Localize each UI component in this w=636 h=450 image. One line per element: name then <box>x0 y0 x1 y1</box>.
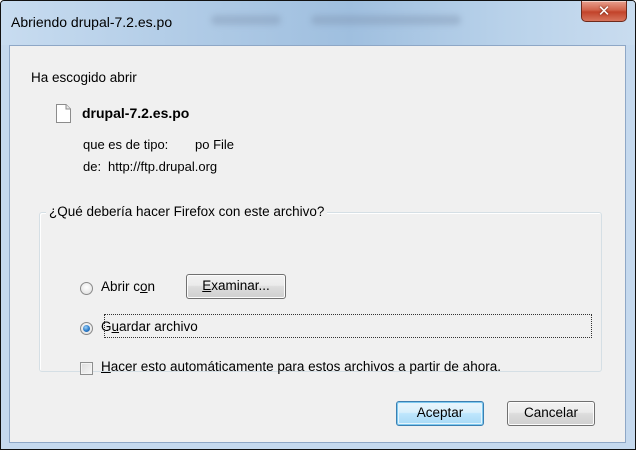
cancel-button[interactable]: Cancelar <box>507 401 595 426</box>
file-type-value: po File <box>195 137 235 152</box>
document-icon <box>56 104 71 123</box>
download-dialog-window: Abriendo drupal-7.2.es.po ✕ Ha escogido … <box>0 0 636 450</box>
title-bar[interactable]: Abriendo drupal-7.2.es.po ✕ <box>1 1 635 45</box>
file-name: drupal-7.2.es.po <box>82 105 190 121</box>
file-source-label: de: <box>83 159 102 174</box>
close-icon: ✕ <box>597 2 611 20</box>
save-file-radio[interactable] <box>80 322 93 335</box>
action-group-label: ¿Qué debería hacer Firefox con este arch… <box>46 204 328 219</box>
open-with-label[interactable]: Abrir con <box>101 279 155 294</box>
open-with-radio[interactable] <box>80 282 93 295</box>
dialog-body: Ha escogido abrir drupal-7.2.es.po que e… <box>9 45 626 443</box>
title-bar-blurred-background <box>211 15 281 25</box>
browse-button[interactable]: Examinar... <box>186 274 286 299</box>
save-file-label[interactable]: Guardar archivo <box>101 319 198 334</box>
close-button[interactable]: ✕ <box>581 1 627 22</box>
title-bar-blurred-background <box>311 15 461 25</box>
file-type-label: que es de tipo: <box>83 137 169 152</box>
open-heading: Ha escogido abrir <box>31 70 137 85</box>
auto-action-label[interactable]: Hacer esto automáticamente para estos ar… <box>101 359 501 374</box>
auto-action-checkbox[interactable] <box>80 362 93 375</box>
window-title: Abriendo drupal-7.2.es.po <box>11 14 173 30</box>
accept-button[interactable]: Aceptar <box>396 401 484 426</box>
file-source-value: http://ftp.drupal.org <box>108 159 218 174</box>
